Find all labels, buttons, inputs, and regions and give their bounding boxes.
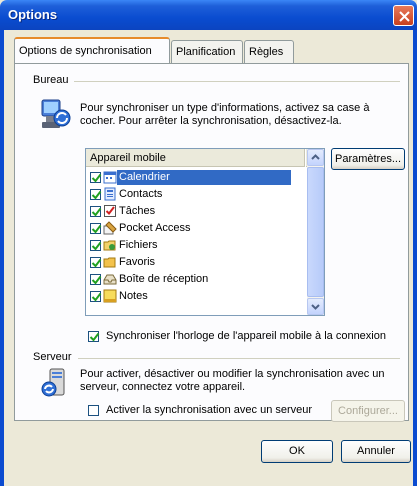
tab-planning[interactable]: Planification	[171, 40, 243, 64]
list-item[interactable]: Fichiers	[88, 237, 306, 254]
item-label: Calendrier	[117, 170, 291, 185]
desktop-sync-icon	[40, 98, 72, 132]
list-item[interactable]: Boîte de réception	[88, 271, 306, 288]
cancel-button[interactable]: Annuler	[341, 440, 411, 463]
checkmark-icon	[91, 292, 102, 302]
sync-clock-checkbox[interactable]	[88, 331, 100, 342]
item-label: Fichiers	[119, 239, 158, 251]
window-border-right	[413, 30, 417, 486]
tab-sync-options[interactable]: Options de synchronisation	[14, 37, 170, 64]
list-header-separator	[304, 149, 306, 167]
bureau-group-title: Bureau	[33, 74, 75, 86]
list-scrollbar[interactable]	[307, 149, 324, 315]
chevron-up-icon	[311, 154, 320, 160]
scroll-down-button[interactable]	[307, 298, 324, 315]
window-title: Options	[8, 7, 58, 22]
checkmark-icon	[91, 258, 102, 268]
item-label: Notes	[119, 290, 148, 302]
chevron-down-icon	[311, 304, 320, 310]
bureau-separator	[70, 81, 400, 82]
list-item[interactable]: Favoris	[88, 254, 306, 271]
serveur-group-title: Serveur	[33, 351, 78, 363]
scroll-thumb[interactable]	[307, 167, 324, 297]
bureau-description-2: cocher. Pour arrêter la synchronisation,…	[80, 115, 342, 127]
item-checkbox[interactable]	[90, 223, 102, 234]
checkmark-icon	[91, 275, 102, 285]
window-border-left	[0, 30, 4, 486]
checkmark-icon	[89, 332, 100, 342]
ok-button[interactable]: OK	[261, 440, 333, 463]
item-label: Boîte de réception	[119, 273, 209, 285]
item-checkbox[interactable]	[90, 240, 102, 251]
configure-button[interactable]: Configurer...	[331, 400, 405, 422]
list-item[interactable]: Notes	[88, 288, 306, 305]
checkmark-icon	[91, 224, 102, 234]
item-checkbox[interactable]	[90, 206, 102, 217]
list-header[interactable]: Appareil mobile	[86, 149, 308, 167]
inbox-icon	[103, 274, 117, 285]
list-item[interactable]: Pocket Access	[88, 220, 306, 237]
item-label: Pocket Access	[119, 222, 191, 234]
scroll-up-button[interactable]	[307, 149, 324, 166]
tab-rules[interactable]: Règles	[244, 40, 294, 64]
close-icon	[399, 11, 410, 22]
bureau-description-1: Pour synchroniser un type d'informations…	[80, 102, 370, 114]
checkmark-icon	[91, 190, 102, 200]
favorites-icon	[103, 257, 116, 268]
item-checkbox[interactable]	[90, 257, 102, 268]
calendar-icon	[103, 171, 117, 184]
sync-clock-label: Synchroniser l'horloge de l'appareil mob…	[106, 330, 386, 342]
item-label: Contacts	[119, 188, 163, 200]
serveur-description-1: Pour activer, désactiver ou modifier la …	[80, 368, 385, 380]
serveur-separator	[72, 358, 400, 359]
title-bar[interactable]: Options	[0, 0, 417, 30]
item-label: Tâches	[119, 205, 156, 217]
enable-server-label: Activer la synchronisation avec un serve…	[106, 404, 313, 416]
list-item[interactable]: Calendrier	[88, 169, 306, 186]
list-item[interactable]: Tâches	[88, 203, 306, 220]
item-checkbox[interactable]	[90, 274, 102, 285]
contacts-icon	[104, 187, 116, 201]
checkmark-icon	[91, 241, 102, 251]
tasks-icon	[104, 205, 116, 217]
sync-items-list[interactable]: Appareil mobile Calendrier Contacts Tâch…	[85, 148, 325, 316]
pocket-access-icon	[103, 221, 117, 235]
checkmark-icon	[91, 173, 102, 183]
files-icon	[103, 240, 116, 251]
item-checkbox[interactable]	[90, 189, 102, 200]
enable-server-checkbox[interactable]	[88, 405, 99, 416]
notes-icon	[103, 289, 117, 303]
item-label: Favoris	[119, 256, 156, 268]
checkmark-icon	[91, 207, 102, 217]
parameters-button[interactable]: Paramètres...	[331, 148, 405, 170]
serveur-description-2: serveur, connectez votre appareil.	[80, 381, 246, 393]
list-item[interactable]: Contacts	[88, 186, 306, 203]
server-sync-icon	[40, 367, 72, 399]
item-checkbox[interactable]	[90, 291, 102, 302]
item-checkbox[interactable]	[90, 172, 102, 183]
close-button[interactable]	[393, 5, 414, 26]
